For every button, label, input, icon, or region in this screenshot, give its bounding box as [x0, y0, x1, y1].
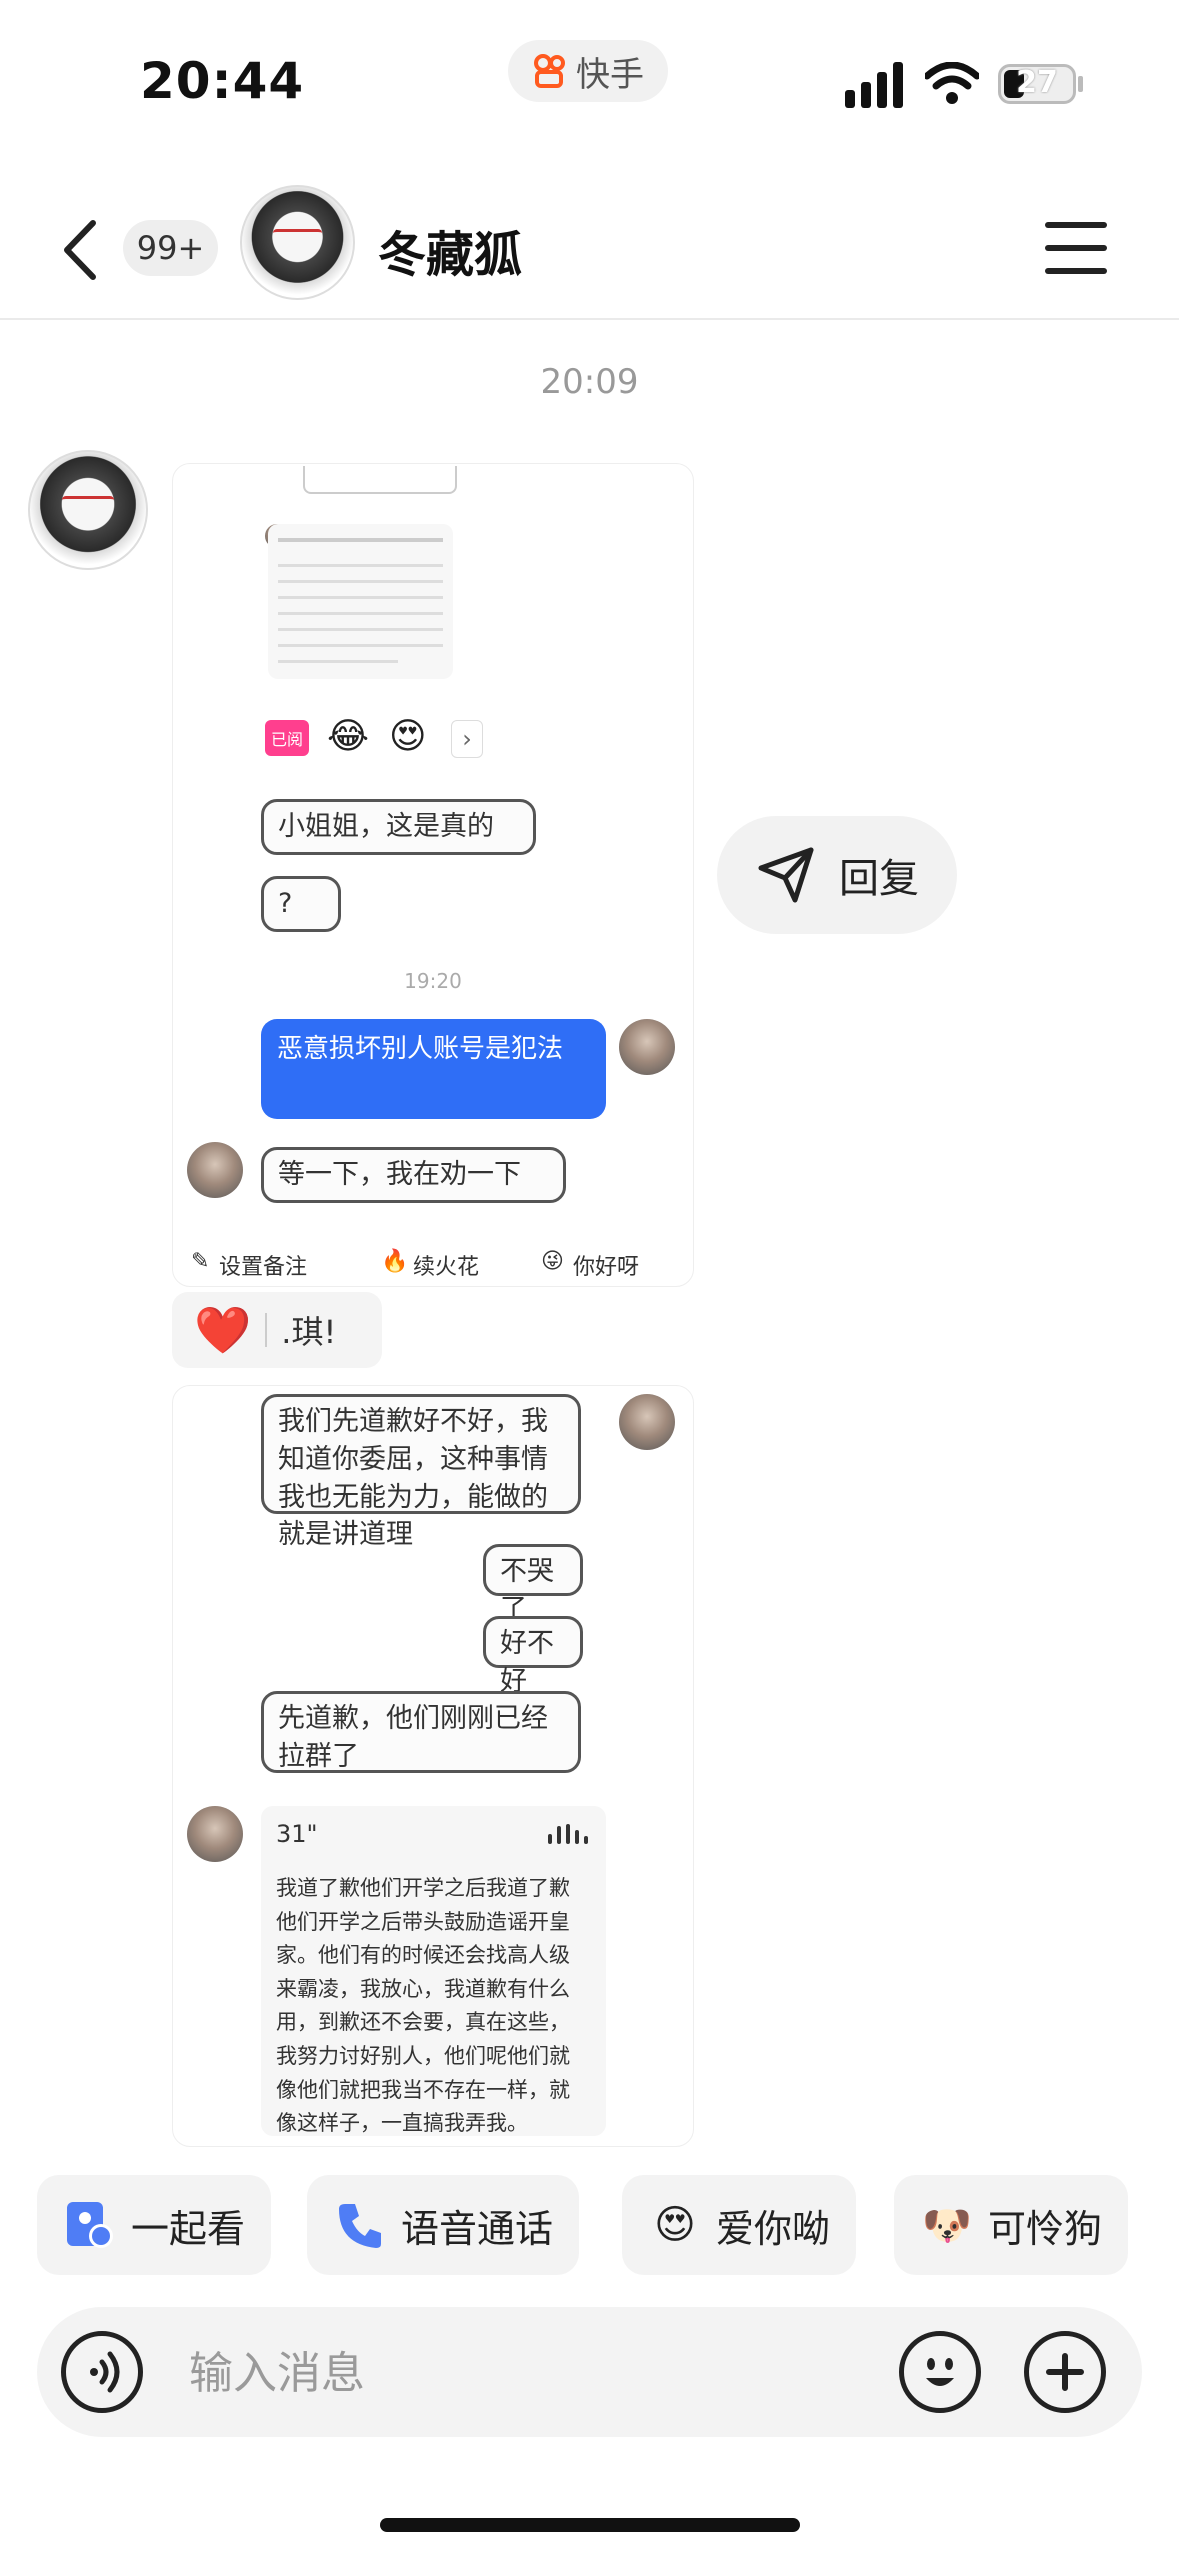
mini-avatar: [187, 1142, 243, 1198]
reply-button[interactable]: 回复: [717, 816, 957, 934]
phone-icon: [333, 2198, 387, 2252]
voice-transcript: 我道了歉他们开学之后我道了歉他们开学之后带头鼓励造谣开皇家。他们有的时候还会找高…: [276, 1876, 570, 2136]
pitiful-dog-emoji-icon: 🐶: [922, 2202, 972, 2249]
fire-icon: 🔥: [381, 1249, 409, 1274]
chat-bubble: 我们先道歉好不好，我知道你委屈，这种事情我也无能为力，能做的就是讲道理: [261, 1394, 581, 1550]
quick-action-love-you[interactable]: 😍 爱你呦: [622, 2175, 857, 2275]
laughing-emoji-icon: 😂: [327, 716, 370, 757]
reaction-divider: [265, 1313, 268, 1347]
signal-icon: [845, 62, 907, 108]
watch-together-icon: [63, 2198, 117, 2252]
edit-icon: ✎: [191, 1249, 210, 1274]
quick-action-label: 爱你呦: [716, 2206, 831, 2251]
chat-bubble: 小姐姐，这是真的: [261, 799, 536, 855]
mini-avatar: [619, 1394, 675, 1450]
message-timestamp: 20:09: [540, 362, 639, 402]
tool-row: ✎ 设置备注 🔥 续火花 😜 你好呀: [191, 1249, 691, 1286]
battery-icon: 27: [998, 64, 1076, 104]
send-arrow-icon: [758, 847, 814, 903]
mini-voice-card: [268, 524, 453, 679]
quick-action-voice-call[interactable]: 语音通话: [307, 2175, 580, 2275]
wifi-icon: [925, 62, 979, 104]
quick-action-label: 可怜狗: [988, 2206, 1103, 2251]
contact-name[interactable]: 冬藏狐: [378, 215, 522, 285]
sender-avatar[interactable]: [28, 450, 148, 570]
voice-input-icon[interactable]: [61, 2331, 143, 2413]
status-time: 20:44: [140, 52, 305, 110]
more-chevron-icon: ›: [451, 720, 483, 758]
message-input-bar: [37, 2307, 1142, 2437]
shared-screenshot-1[interactable]: 已阅 😂 😍 › 小姐姐，这是真的 ? 19:20 恶意损坏别人账号是犯法 等一…: [172, 463, 694, 1287]
shared-screenshot-2[interactable]: 我们先道歉好不好，我知道你委屈，这种事情我也无能为力，能做的就是讲道理 不哭了 …: [172, 1385, 694, 2147]
app-indicator-pill[interactable]: 快手: [508, 40, 668, 102]
unread-count-badge[interactable]: 99+: [123, 220, 218, 276]
read-chip: 已阅: [265, 720, 309, 756]
heart-icon: ❤️: [194, 1303, 252, 1357]
battery-level: 27: [1016, 65, 1058, 100]
chat-bubble: 不哭了: [483, 1544, 583, 1625]
tool-label: 续火花: [413, 1255, 480, 1280]
voice-duration: 31": [276, 1820, 318, 1848]
tool-label: 设置备注: [219, 1255, 308, 1280]
chat-bubble: 好不好: [483, 1616, 583, 1697]
reply-label: 回复: [839, 856, 919, 902]
quick-action-pitiful-dog[interactable]: 🐶 可怜狗: [894, 2175, 1129, 2275]
kuaishou-logo-icon: [534, 54, 565, 88]
quick-action-label: 一起看: [131, 2206, 246, 2251]
battery-tip: [1078, 76, 1083, 92]
reactor-name: .琪!: [281, 1313, 337, 1351]
app-name: 快手: [576, 54, 644, 95]
back-arrow-icon[interactable]: [55, 215, 105, 285]
contact-avatar[interactable]: [240, 185, 355, 300]
inner-timestamp: 19:20: [404, 969, 462, 993]
header-divider: [0, 318, 1179, 320]
home-indicator: [380, 2518, 800, 2532]
quick-action-watch-together[interactable]: 一起看: [37, 2175, 272, 2275]
message-input[interactable]: [187, 2339, 911, 2407]
mini-avatar: [619, 1019, 675, 1075]
voice-message-card: 31" 我道了歉他们开学之后我道了歉他们开学之后带头鼓励造谣开皇家。他们有的时候…: [261, 1806, 606, 2136]
menu-icon[interactable]: [1045, 222, 1107, 274]
heart-eyes-emoji-icon: 😍: [389, 716, 427, 757]
emoji-icon[interactable]: [899, 2331, 981, 2413]
blue-chat-bubble: 恶意损坏别人账号是犯法: [261, 1019, 606, 1119]
voice-wave-icon: [548, 1824, 588, 1844]
tool-label: 你好呀: [573, 1255, 640, 1280]
cropped-bubble-top: [303, 466, 457, 494]
reaction-row: 已阅 😂 😍 ›: [265, 704, 505, 774]
plus-icon[interactable]: [1024, 2331, 1106, 2413]
chat-bubble: ?: [261, 876, 341, 932]
chat-bubble: 等一下，我在劝一下: [261, 1147, 566, 1203]
chat-bubble: 先道歉，他们刚刚已经拉群了: [261, 1691, 581, 1773]
heart-eyes-emoji-icon: 😍: [654, 2202, 696, 2248]
quick-action-label: 语音通话: [401, 2206, 554, 2251]
message-reaction[interactable]: ❤️ .琪!: [172, 1292, 382, 1368]
mini-avatar: [187, 1806, 243, 1862]
wave-emoji-icon: 😜: [541, 1249, 564, 1274]
